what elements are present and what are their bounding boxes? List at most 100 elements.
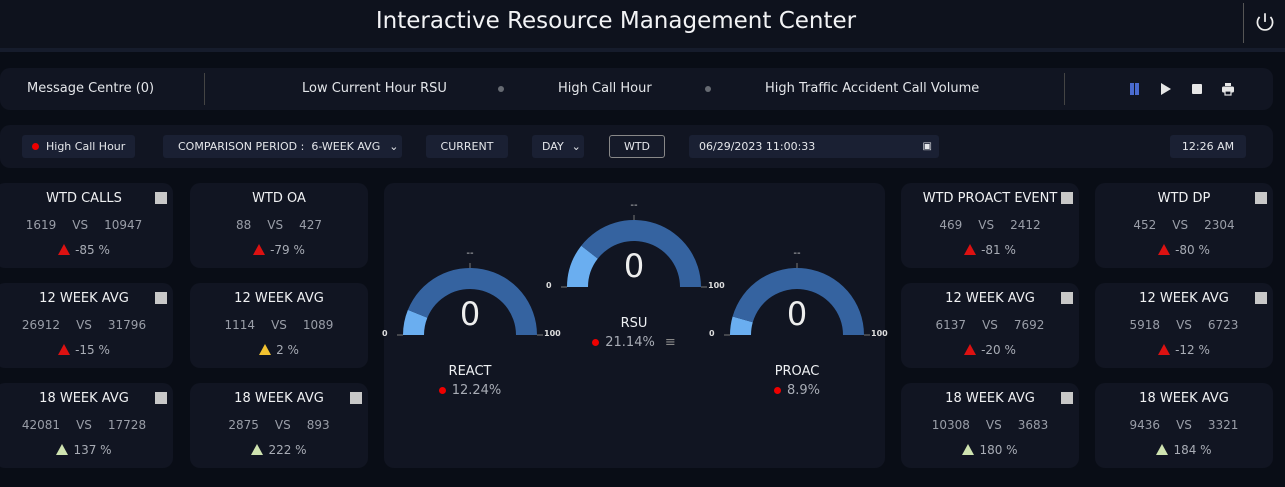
comparison-value: 3683 [1017,418,1049,432]
print-icon[interactable] [1221,82,1235,96]
card-change: 180 % [901,443,1079,457]
wtd-button[interactable]: WTD [609,135,665,158]
gauge-percent-value: 8.9% [786,383,821,398]
comparison-value: 2304 [1204,218,1235,232]
pause-icon[interactable] [1128,82,1142,96]
stop-icon[interactable] [1190,82,1204,96]
warning-icon [58,244,71,255]
current-value: 88 [235,218,252,232]
card-title: WTD DP [1157,191,1211,206]
card-change: -80 % [1095,243,1273,257]
card-values: 88 VS 427 [190,218,368,232]
header: Interactive Resource Management Center [0,0,1285,52]
vs-label: VS [267,218,284,232]
card-title: 12 WEEK AVG [1139,291,1229,306]
comparison-value: 31796 [107,318,147,332]
divider [204,73,205,105]
warning-icon [259,344,272,355]
chevron-down-icon: ⌄ [389,140,399,153]
card-values: 469 VS 2412 [901,218,1079,232]
current-button[interactable]: CURRENT [426,135,508,158]
change-percent: 2 % [276,343,299,357]
warning-icon [253,244,266,255]
vs-label: VS [274,418,291,432]
card-values: 9436 VS 3321 [1095,418,1273,432]
card-change: -20 % [901,343,1079,357]
status-chip: High Call Hour [22,135,136,158]
comparison-value: 427 [299,218,322,232]
datetime-input[interactable]: 06/29/2023 11:00:33 ▣ [689,135,939,158]
expand-icon[interactable] [1061,192,1073,204]
card-values: 2875 VS 893 [190,418,368,432]
gauges-panel: -- 0 0 100 REACT 12.24% -- 0 0 100 RSU 2… [382,183,888,468]
current-value: 5918 [1129,318,1161,332]
warning-icon [1158,244,1171,255]
period-select[interactable]: DAY ⌄ [532,135,584,158]
comparison-label: COMPARISON PERIOD : [178,140,305,153]
card-title: 18 WEEK AVG [1139,391,1229,406]
card-title: 12 WEEK AVG [39,291,129,306]
calendar-icon[interactable]: ▣ [923,135,932,158]
expand-icon[interactable] [1061,292,1073,304]
card-values: 26912 VS 31796 [0,318,173,332]
comparison-value: 10947 [104,218,143,232]
divider [1064,73,1065,105]
current-value: 9436 [1129,418,1161,432]
card-values: 5918 VS 6723 [1095,318,1273,332]
expand-icon[interactable] [350,392,362,404]
change-percent: -80 % [1175,243,1210,257]
card-change: -15 % [0,343,173,357]
card-change: -79 % [190,243,368,257]
current-value: 1114 [224,318,256,332]
vs-label: VS [1176,418,1192,432]
comparison-value: 1089 [302,318,334,332]
change-percent: -12 % [1175,343,1210,357]
comparison-value: 893 [306,418,330,432]
gauge-min: 0 [709,329,715,338]
expand-icon[interactable] [1255,292,1267,304]
separator-dot [705,86,711,92]
warning-icon [962,444,975,455]
vs-label: VS [72,218,89,232]
message-centre-link[interactable]: Message Centre (0) [27,81,154,96]
current-value: 42081 [21,418,61,432]
expand-icon[interactable] [155,292,167,304]
card-change: 222 % [190,443,368,457]
card-change: -85 % [0,243,173,257]
chevron-down-icon: ⌄ [571,140,581,153]
expand-icon[interactable] [155,192,167,204]
kpi-card: WTD PROACT EVENT 469 VS 2412 -81 % [901,183,1079,268]
gauge-value: 0 [786,295,808,333]
card-title: WTD PROACT EVENT [922,191,1058,206]
expand-icon[interactable] [155,392,167,404]
change-percent: 137 % [73,443,112,457]
expand-icon[interactable] [1061,392,1073,404]
message-bar: Message Centre (0) Low Current Hour RSU … [0,68,1273,110]
vs-label: VS [982,318,998,332]
vs-label: VS [271,318,287,332]
change-percent: -20 % [981,343,1016,357]
expand-icon[interactable] [1255,192,1267,204]
change-percent: -85 % [75,243,110,257]
comparison-value: 2412 [1010,218,1041,232]
vs-label: VS [76,418,92,432]
comparison-value: 17728 [107,418,147,432]
current-value: 2875 [228,418,259,432]
current-value: 26912 [21,318,61,332]
warning-icon [964,244,977,255]
play-icon[interactable] [1159,82,1173,96]
card-title: 12 WEEK AVG [234,291,324,306]
comparison-value: 6723 [1207,318,1239,332]
card-values: 452 VS 2304 [1095,218,1273,232]
kpi-card: 12 WEEK AVG 26912 VS 31796 -15 % [0,283,173,368]
gauge-percent: 8.9% [737,383,857,398]
power-icon[interactable] [1252,10,1278,36]
vs-label: VS [985,418,1002,432]
comparison-period-select[interactable]: COMPARISON PERIOD : 6-WEEK AVG ⌄ [163,135,402,158]
datetime-value: 06/29/2023 11:00:33 [699,140,816,153]
card-title: WTD OA [252,191,306,206]
warning-icon [1158,344,1171,355]
vs-label: VS [978,218,995,232]
change-percent: 222 % [268,443,307,457]
warning-icon [1156,444,1169,455]
